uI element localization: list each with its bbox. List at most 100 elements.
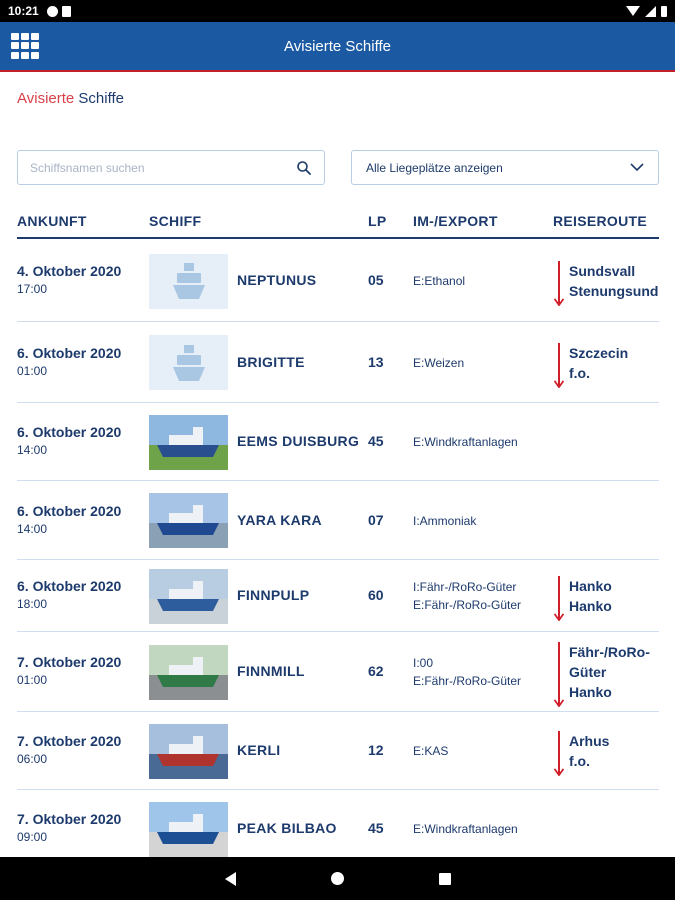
signal-icon: [645, 5, 656, 17]
berth-number: 45: [368, 433, 384, 449]
import-export-cell: E:Ethanol: [413, 272, 465, 290]
ship-name[interactable]: BRIGITTE: [237, 354, 305, 370]
berth-number: 12: [368, 742, 384, 758]
ship-name[interactable]: PEAK BILBAO: [237, 820, 337, 836]
header-route[interactable]: REISEROUTE: [553, 213, 647, 229]
import-export-cell: I:Fähr-/RoRo-Güter E:Fähr-/RoRo-Güter: [413, 578, 521, 614]
route-cell: Szczecin f.o.: [553, 342, 629, 389]
route-cell: Hanko Hanko: [553, 576, 612, 622]
cargo-line: E:Ethanol: [413, 274, 466, 288]
header-lp[interactable]: LP: [368, 213, 387, 229]
ship-photo[interactable]: [149, 568, 228, 624]
arrival-date: 6. Oktober 2020: [17, 424, 122, 440]
arrival-time: 18:00: [17, 597, 48, 611]
ship-photo[interactable]: [149, 414, 228, 470]
breadcrumb: Avisierte Schiffe: [17, 90, 124, 107]
sd-card-icon: [61, 5, 71, 17]
ship-name[interactable]: NEPTUNUS: [237, 272, 316, 288]
battery-icon: [661, 5, 667, 17]
status-bar: 10:21: [0, 0, 675, 22]
search-input[interactable]: [30, 160, 296, 175]
route-cell: Sundsvall Stenungsund: [553, 261, 658, 307]
arrival-date: 7. Oktober 2020: [17, 733, 122, 749]
ship-placeholder-icon[interactable]: [149, 253, 228, 309]
table-row[interactable]: 7. Oktober 2020 01:00 FINNMILL 62 I:00 E:Fähr…: [17, 632, 659, 712]
berth-number: 45: [368, 820, 384, 836]
cargo-line: I:Ammoniak: [413, 513, 477, 528]
import-export-cell: E:Weizen: [413, 354, 464, 372]
route-port: f.o.: [569, 364, 590, 381]
berth-number: 60: [368, 587, 384, 603]
arrival-cell: 6. Oktober 2020 18:00: [17, 578, 121, 611]
ship-photo[interactable]: [149, 644, 228, 700]
table-row[interactable]: 7. Oktober 2020 06:00 KERLI 12 E:KAS Arhus f.o…: [17, 712, 659, 790]
cargo-line: I:Fähr-/RoRo-Güter: [413, 580, 517, 594]
back-icon[interactable]: [224, 871, 236, 886]
import-export-cell: I:00 E:Fähr-/RoRo-Güter: [413, 654, 521, 690]
search-box: [17, 150, 325, 185]
ship-name[interactable]: EEMS DUISBURG: [237, 433, 359, 449]
arrival-time: 14:00: [17, 521, 48, 536]
table-row[interactable]: 6. Oktober 2020 14:00 YARA KARA 07 I:Ammonia…: [17, 481, 659, 560]
notification-icon: [46, 5, 58, 17]
arrival-time: 17:00: [17, 282, 48, 296]
search-icon[interactable]: [296, 160, 312, 176]
arrival-time: 14:00: [17, 443, 48, 457]
arrival-cell: 6. Oktober 2020 14:00: [17, 424, 121, 457]
berth-number: 62: [368, 663, 384, 679]
berth-number: 07: [368, 511, 384, 528]
ship-list: 4. Oktober 2020 17:00 NEPTUNUS 05 E:Ethanol S…: [17, 240, 659, 868]
table-row[interactable]: 6. Oktober 2020 18:00 FINNPULP 60 I:Fähr-/Ro…: [17, 560, 659, 632]
route-port: Arhus: [569, 733, 610, 749]
ship-name[interactable]: FINNMILL: [237, 663, 305, 679]
berth-number: 13: [368, 353, 384, 370]
arrival-date: 7. Oktober 2020: [17, 811, 122, 827]
header-arrival[interactable]: ANKUNFT: [17, 213, 87, 229]
system-nav-bar: [0, 857, 675, 900]
route-port: Hanko: [569, 598, 612, 614]
route-cell: Fähr-/RoRo- Güter Hanko: [553, 642, 650, 708]
berth-number: 05: [368, 272, 384, 288]
table-row[interactable]: 4. Oktober 2020 17:00 NEPTUNUS 05 E:Ethanol S…: [17, 240, 659, 322]
table-row[interactable]: 6. Oktober 2020 01:00 BRIGITTE 13 E:Weizen Sz…: [17, 322, 659, 403]
breadcrumb-part-1: Avisierte: [17, 90, 75, 107]
route-arrow-down-icon: [553, 261, 565, 307]
header-imex[interactable]: IM-/EXPORT: [413, 213, 498, 229]
home-icon[interactable]: [330, 872, 344, 885]
ship-photo[interactable]: [149, 493, 228, 548]
route-arrow-down-icon: [553, 642, 565, 708]
route-port: Stenungsund: [569, 283, 659, 299]
status-time: 10:21: [8, 4, 39, 18]
ship-placeholder-icon[interactable]: [149, 335, 228, 390]
ship-name[interactable]: YARA KARA: [237, 512, 322, 528]
cargo-line: E:Fähr-/RoRo-Güter: [413, 674, 522, 688]
table-header: ANKUNFT SCHIFF LP IM-/EXPORT REISEROUTE: [17, 210, 659, 239]
route-port: Szczecin: [569, 344, 629, 361]
ship-name[interactable]: FINNPULP: [237, 587, 309, 603]
chevron-down-icon: [630, 161, 644, 175]
app-title: Avisierte Schiffe: [284, 37, 391, 55]
cargo-line: E:Weizen: [413, 355, 465, 370]
berth-select[interactable]: Alle Liegeplätze anzeigen: [351, 150, 659, 185]
route-port: Sundsvall: [569, 263, 636, 279]
arrival-time: 01:00: [17, 363, 48, 378]
cargo-line: I:00: [413, 656, 434, 670]
route-port: Hanko: [569, 684, 612, 700]
table-row[interactable]: 6. Oktober 2020 14:00 EEMS DUISBURG 45 E:Win…: [17, 403, 659, 481]
arrival-cell: 7. Oktober 2020 06:00: [17, 733, 121, 766]
arrival-time: 09:00: [17, 830, 48, 844]
ship-name[interactable]: KERLI: [237, 742, 281, 758]
app-bar: Avisierte Schiffe: [0, 22, 675, 72]
header-ship[interactable]: SCHIFF: [149, 213, 201, 229]
import-export-cell: I:Ammoniak: [413, 512, 476, 530]
arrival-date: 4. Oktober 2020: [17, 263, 122, 279]
arrival-date: 7. Oktober 2020: [17, 654, 122, 670]
arrival-time: 06:00: [17, 752, 48, 766]
recents-icon[interactable]: [438, 872, 451, 885]
grid-menu-icon[interactable]: [11, 33, 39, 59]
ship-photo[interactable]: [149, 723, 228, 779]
route-port: Hanko: [569, 578, 612, 594]
ship-photo[interactable]: [149, 801, 228, 857]
arrival-cell: 7. Oktober 2020 09:00: [17, 811, 121, 844]
route-ports: Hanko Hanko: [569, 576, 612, 622]
